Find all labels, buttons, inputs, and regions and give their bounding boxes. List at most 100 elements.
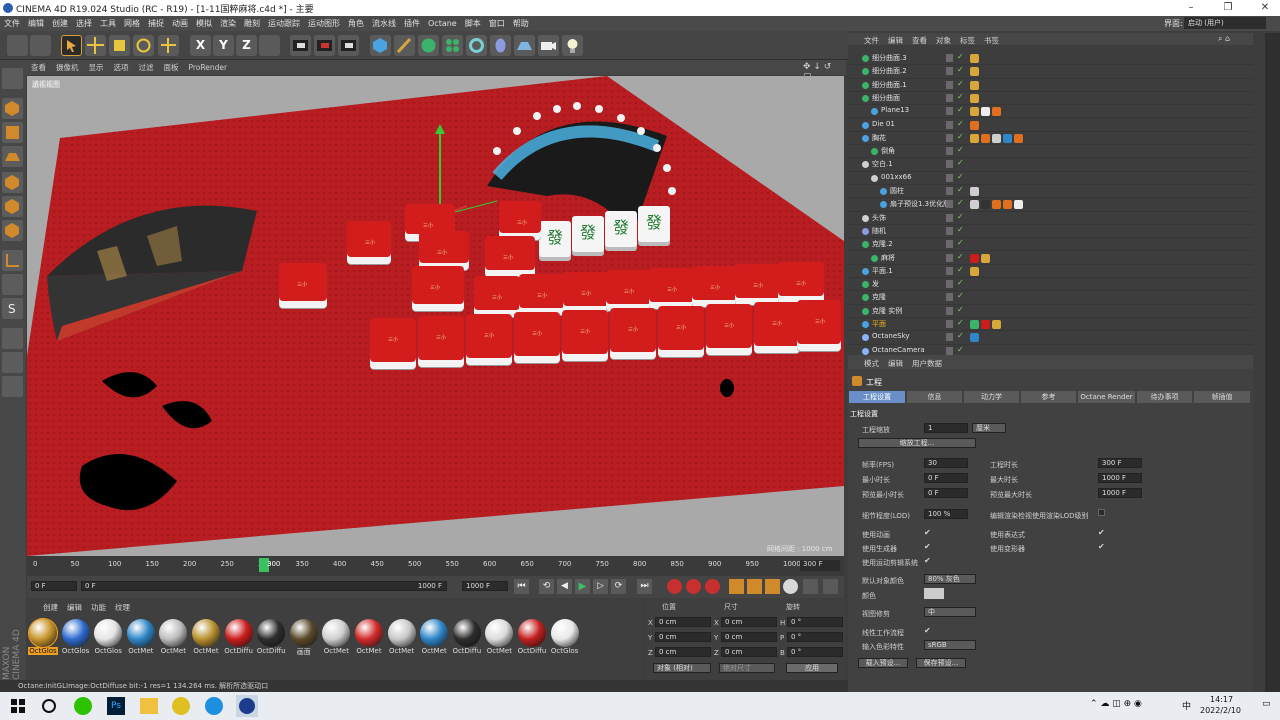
object-tag-icon[interactable]	[1003, 133, 1012, 143]
material-swatch[interactable]	[452, 619, 481, 647]
object-tag-icon[interactable]	[1014, 133, 1023, 143]
object-tag-icon[interactable]	[992, 133, 1001, 143]
use-animation-checkbox[interactable]: ✔	[924, 528, 931, 537]
points-mode-icon[interactable]	[2, 172, 23, 193]
object-tag-icon[interactable]	[970, 67, 979, 77]
object-tag-icon[interactable]	[970, 133, 979, 143]
object-tag-icon[interactable]	[981, 200, 990, 210]
object-row[interactable]: 发 ✓	[848, 278, 1253, 292]
obj-menu-objects[interactable]: 对象	[936, 35, 951, 46]
object-tag-icon[interactable]	[970, 333, 979, 343]
texture-mode-icon[interactable]	[2, 122, 23, 143]
enable-check-icon[interactable]: ✓	[957, 212, 964, 221]
visibility-toggle-icon[interactable]	[946, 306, 953, 315]
material-swatch[interactable]	[224, 619, 253, 647]
object-row[interactable]: 细分曲面.1 ✓	[848, 79, 1253, 92]
enable-axis-icon[interactable]	[2, 250, 23, 271]
menu-simulate[interactable]: 模拟	[196, 18, 212, 29]
y-axis-icon[interactable]: Y	[213, 35, 234, 56]
scale-project-button[interactable]: 缩放工程...	[858, 438, 976, 448]
visibility-toggle-icon[interactable]	[946, 200, 953, 209]
next-frame-icon[interactable]: ▷	[593, 579, 608, 594]
vp-menu-view[interactable]: 查看	[31, 62, 46, 73]
material-swatch[interactable]	[126, 619, 155, 647]
redo-icon[interactable]	[30, 35, 51, 56]
end-frame-field[interactable]: 1000 F	[462, 581, 508, 591]
render-view-icon[interactable]	[290, 35, 311, 56]
visibility-toggle-icon[interactable]	[946, 266, 953, 275]
size-z-field[interactable]: 0 cm	[721, 647, 777, 657]
position-key-icon[interactable]	[729, 579, 744, 594]
attr-tab[interactable]: 动力学	[964, 391, 1019, 403]
scale-unit-select[interactable]: 厘米	[972, 423, 1006, 433]
size-y-field[interactable]: 0 cm	[721, 632, 777, 642]
x-axis-icon[interactable]: X	[190, 35, 211, 56]
object-tag-icon[interactable]	[981, 107, 990, 117]
enable-check-icon[interactable]: ✓	[957, 331, 964, 340]
visibility-toggle-icon[interactable]	[946, 213, 953, 222]
menu-sculpt[interactable]: 雕刻	[244, 18, 260, 29]
lod-render-checkbox[interactable]	[1098, 509, 1105, 516]
pla-key-icon[interactable]	[803, 579, 818, 594]
right-side-tabs[interactable]	[1265, 33, 1280, 692]
preview-max-field[interactable]: 1000 F	[1098, 488, 1142, 498]
menu-edit[interactable]: 编辑	[28, 18, 44, 29]
environment-icon[interactable]	[490, 35, 511, 56]
coord-mode-select[interactable]: 对象 (相对)	[653, 663, 711, 673]
object-tag-icon[interactable]	[970, 266, 979, 276]
enable-check-icon[interactable]: ✓	[957, 172, 964, 181]
obj-menu-tags[interactable]: 标签	[960, 35, 975, 46]
object-row[interactable]: 001xx66 ✓	[848, 172, 1253, 185]
use-generators-checkbox[interactable]: ✔	[924, 542, 931, 551]
menu-plugins[interactable]: 插件	[404, 18, 420, 29]
browser-icon[interactable]	[172, 697, 190, 715]
rotate-icon[interactable]	[133, 35, 154, 56]
enable-check-icon[interactable]: ✓	[957, 52, 964, 61]
vp-menu-camera[interactable]: 摄像机	[56, 62, 79, 73]
app-icon[interactable]	[205, 697, 223, 715]
object-row[interactable]: 克隆.2 ✓	[848, 238, 1253, 252]
material-swatch[interactable]	[61, 619, 90, 647]
obj-menu-edit[interactable]: 编辑	[888, 35, 903, 46]
enable-check-icon[interactable]: ✓	[957, 65, 964, 74]
minimize-icon[interactable]: –	[1178, 0, 1204, 16]
layout-select[interactable]: 启动 (用户)	[1184, 17, 1266, 29]
undo-icon[interactable]	[7, 35, 28, 56]
menu-select[interactable]: 选择	[76, 18, 92, 29]
material-swatch[interactable]	[355, 619, 383, 647]
menu-octane[interactable]: Octane	[428, 19, 457, 28]
object-row[interactable]: 扇子预设1.3优化版 ✓	[848, 198, 1253, 212]
attr-tab[interactable]: 待办事项	[1137, 391, 1192, 403]
render-settings-icon[interactable]	[338, 35, 359, 56]
visibility-toggle-icon[interactable]	[946, 173, 953, 182]
use-expressions-checkbox[interactable]: ✔	[1098, 528, 1105, 537]
visibility-toggle-icon[interactable]	[946, 226, 953, 235]
material-swatch[interactable]	[257, 619, 286, 647]
enable-check-icon[interactable]: ✓	[957, 92, 964, 101]
object-tag-icon[interactable]	[1014, 200, 1023, 210]
object-tag-icon[interactable]	[970, 107, 979, 117]
obj-menu-file[interactable]: 文件	[864, 35, 879, 46]
workplane-lock-icon[interactable]	[2, 328, 23, 349]
recent-tool-icon[interactable]	[158, 35, 179, 56]
camera-icon[interactable]	[538, 35, 559, 56]
perspective-viewport[interactable]: 透视视图 透视视图 网格间距 : 1000 cm 發 發 發 發 三小 三小 三…	[27, 76, 844, 556]
attr-tab[interactable]: 帧插值	[1194, 391, 1250, 403]
position-y-field[interactable]: 0 cm	[655, 632, 711, 642]
menu-character[interactable]: 角色	[348, 18, 364, 29]
clock-time[interactable]: 14:17	[1210, 695, 1233, 704]
use-deformers-checkbox[interactable]: ✔	[1098, 542, 1105, 551]
save-preset-button[interactable]: 保存预设...	[916, 658, 966, 668]
position-z-field[interactable]: 0 cm	[655, 647, 711, 657]
object-row[interactable]: 克隆 ✓	[848, 291, 1253, 305]
obj-menu-bookmarks[interactable]: 书签	[984, 35, 999, 46]
attr-tab[interactable]: Octane Render	[1078, 391, 1135, 403]
vp-menu-panel[interactable]: 面板	[164, 62, 179, 73]
enable-check-icon[interactable]: ✓	[957, 185, 964, 194]
planar-workplane-icon[interactable]	[2, 352, 23, 373]
object-row[interactable]: Die 01 ✓	[848, 119, 1253, 132]
snap-icon[interactable]: S	[2, 298, 23, 319]
menu-create[interactable]: 创建	[52, 18, 68, 29]
rotation-b-field[interactable]: 0 °	[787, 647, 843, 657]
object-tag-icon[interactable]	[1003, 200, 1012, 210]
